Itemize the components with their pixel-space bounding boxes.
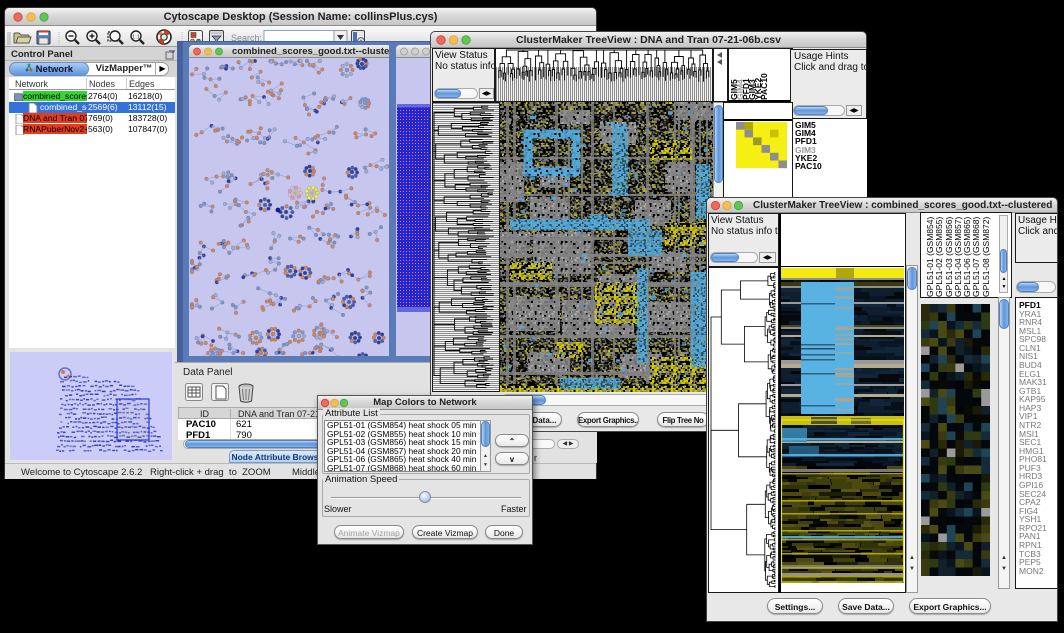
- svg-text:GPL51-08 (GSM872): GPL51-08 (GSM872): [981, 217, 991, 297]
- svg-text:PAC10: PAC10: [759, 73, 769, 100]
- svg-text:GPL51-07 (GSM868): GPL51-07 (GSM868): [971, 217, 981, 297]
- svg-text:1:1: 1:1: [132, 35, 140, 41]
- svg-text:GPL51-02 (GSM855): GPL51-02 (GSM855): [934, 217, 944, 297]
